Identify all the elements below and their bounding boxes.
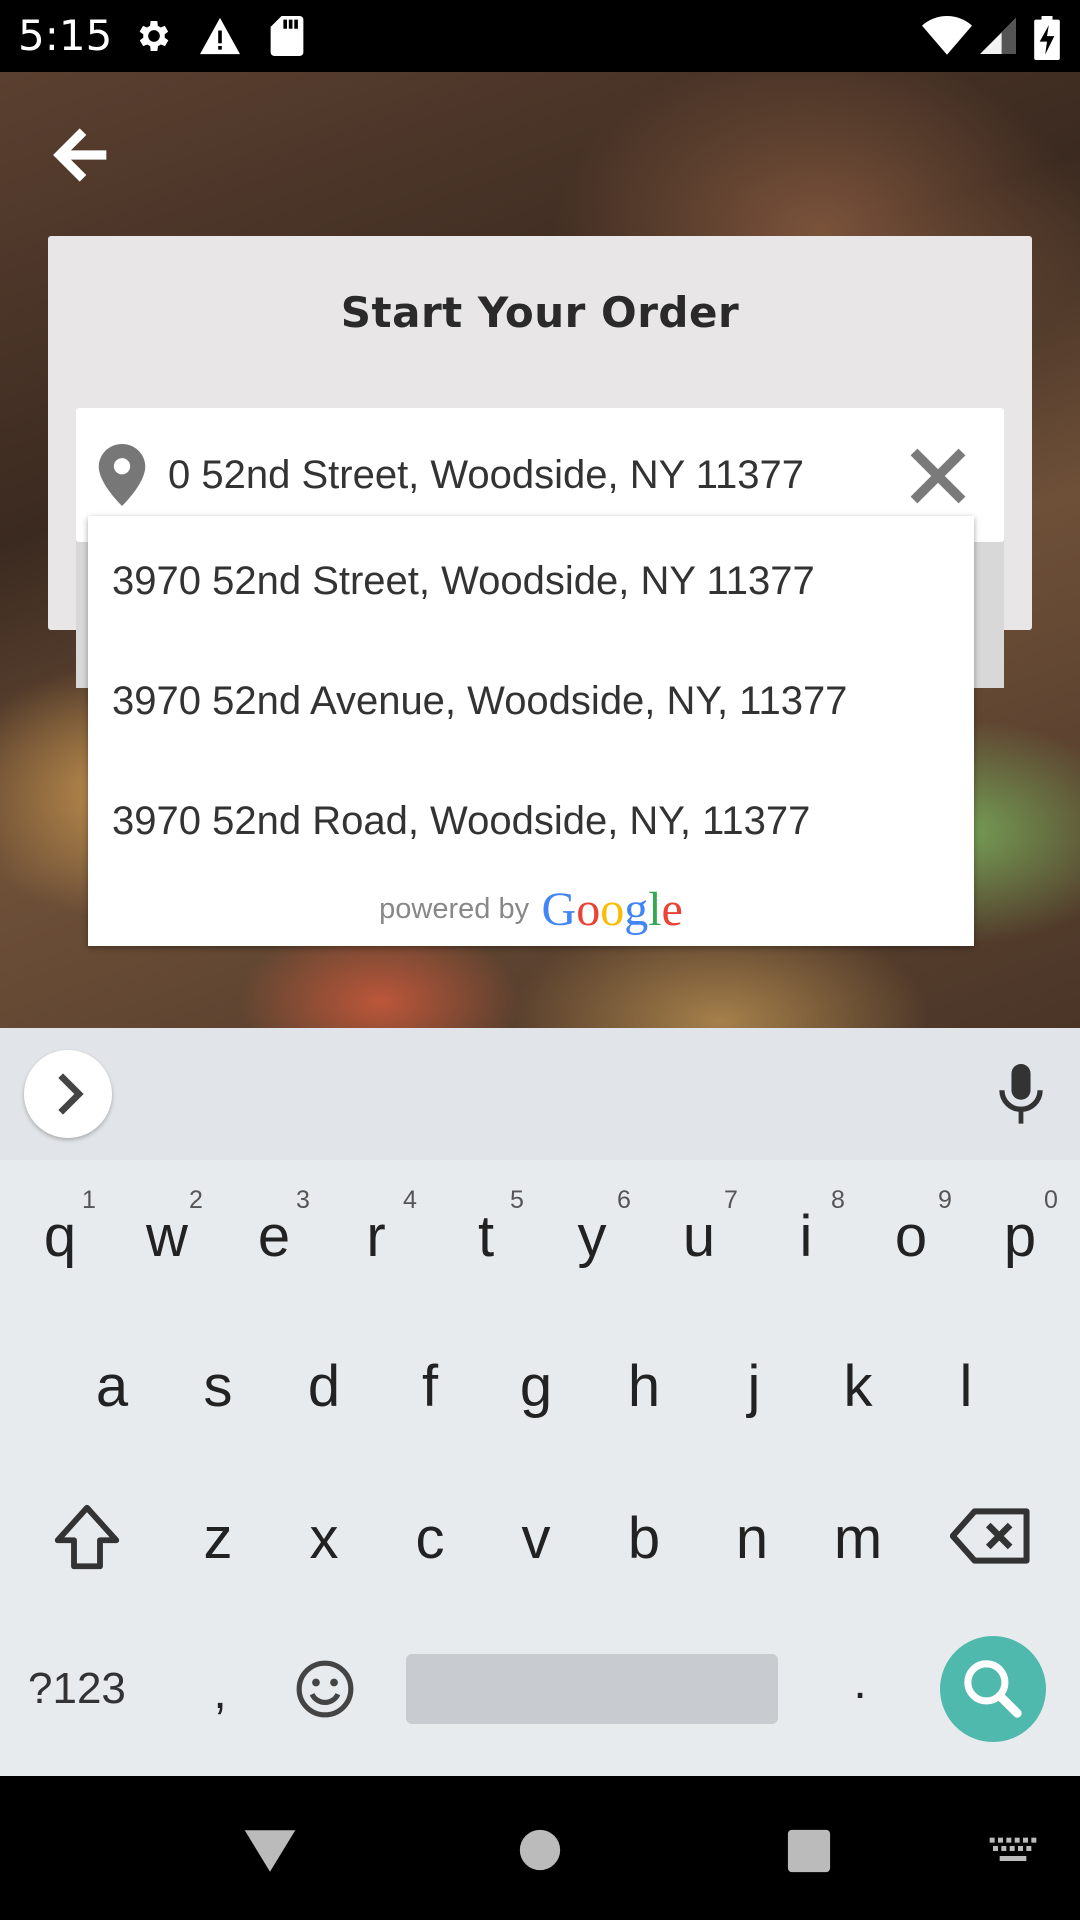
smiley-icon (296, 1660, 354, 1718)
navigation-bar (0, 1776, 1080, 1920)
close-icon (910, 448, 966, 504)
key-hint: 1 (82, 1186, 96, 1214)
key-hint: 2 (189, 1186, 203, 1214)
shift-icon (54, 1504, 120, 1570)
nav-back-button[interactable] (242, 1828, 298, 1874)
key-c[interactable]: c (378, 1484, 482, 1594)
key-hint: 4 (403, 1186, 417, 1214)
key-hint: 0 (1044, 1186, 1058, 1214)
battery-charging-icon (1034, 16, 1060, 60)
key-b[interactable]: b (592, 1484, 696, 1594)
chevron-right-icon (58, 1073, 84, 1115)
nav-recents-button[interactable] (786, 1828, 832, 1874)
signal-icon (980, 18, 1016, 54)
triangle-back-icon (244, 1830, 296, 1872)
key-hint: 7 (724, 1186, 738, 1214)
key-l[interactable]: l (914, 1332, 1018, 1442)
key-e[interactable]: e (222, 1182, 326, 1292)
wifi-icon (922, 16, 972, 55)
search-icon (964, 1660, 1022, 1718)
key-period[interactable]: . (808, 1628, 912, 1738)
key-hint: 5 (510, 1186, 524, 1214)
suggestion-item[interactable]: 3970 52nd Street, Woodside, NY 11377 (112, 526, 962, 636)
keyboard-expand-button[interactable] (24, 1050, 112, 1138)
suggestion-item[interactable]: 3970 52nd Road, Woodside, NY, 11377 (112, 766, 962, 876)
space-bar[interactable] (406, 1654, 778, 1724)
powered-by-text: powered by (379, 893, 530, 925)
suggestion-item[interactable]: 3970 52nd Avenue, Woodside, NY, 11377 (112, 646, 962, 756)
square-recents-icon (787, 1829, 831, 1873)
key-a[interactable]: a (60, 1332, 164, 1442)
key-z[interactable]: z (166, 1484, 270, 1594)
clear-button[interactable] (906, 444, 970, 508)
keyboard-switch-button[interactable] (988, 1834, 1038, 1868)
sd-card-icon (270, 16, 304, 56)
microphone-button[interactable] (992, 1064, 1050, 1126)
key-comma[interactable]: , (168, 1638, 272, 1748)
key-j[interactable]: j (702, 1332, 806, 1442)
on-screen-keyboard: q w e r t y u i o p 1 2 3 4 5 6 7 8 9 0 … (0, 1028, 1080, 1776)
status-time: 5:15 (18, 11, 113, 60)
status-bar: 5:15 (0, 0, 1080, 72)
keyboard-suggestion-strip (0, 1028, 1080, 1160)
key-f[interactable]: f (378, 1332, 482, 1442)
address-suggestions: 3970 52nd Street, Woodside, NY 11377 397… (88, 516, 974, 946)
key-h[interactable]: h (592, 1332, 696, 1442)
card-title: Start Your Order (340, 288, 740, 337)
circle-home-icon (519, 1829, 561, 1871)
key-n[interactable]: n (700, 1484, 804, 1594)
backspace-key[interactable] (950, 1504, 1032, 1568)
key-hint: 9 (938, 1186, 952, 1214)
key-g[interactable]: g (484, 1332, 588, 1442)
key-q[interactable]: q (8, 1182, 112, 1292)
search-key[interactable] (940, 1636, 1046, 1742)
powered-by-google: powered by Google (88, 882, 974, 942)
microphone-icon (999, 1064, 1043, 1124)
address-input[interactable] (168, 440, 888, 510)
keyboard-icon (989, 1837, 1037, 1861)
emoji-key[interactable] (294, 1658, 356, 1720)
key-d[interactable]: d (272, 1332, 376, 1442)
key-k[interactable]: k (806, 1332, 910, 1442)
backspace-icon (950, 1508, 1030, 1564)
key-hint: 3 (296, 1186, 310, 1214)
key-hint: 6 (617, 1186, 631, 1214)
key-x[interactable]: x (272, 1484, 376, 1594)
key-m[interactable]: m (806, 1484, 910, 1594)
warning-icon (200, 17, 240, 55)
nav-home-button[interactable] (518, 1828, 562, 1872)
key-v[interactable]: v (484, 1484, 588, 1594)
key-hint: 8 (831, 1186, 845, 1214)
symbols-key[interactable]: ?123 (28, 1654, 126, 1724)
location-pin-icon (98, 444, 146, 506)
gear-icon (139, 21, 169, 51)
key-w[interactable]: w (115, 1182, 219, 1292)
arrow-left-icon (53, 128, 107, 182)
key-s[interactable]: s (166, 1332, 270, 1442)
shift-key[interactable] (48, 1498, 126, 1576)
google-logo: Google (541, 883, 683, 936)
back-button[interactable] (48, 120, 118, 190)
